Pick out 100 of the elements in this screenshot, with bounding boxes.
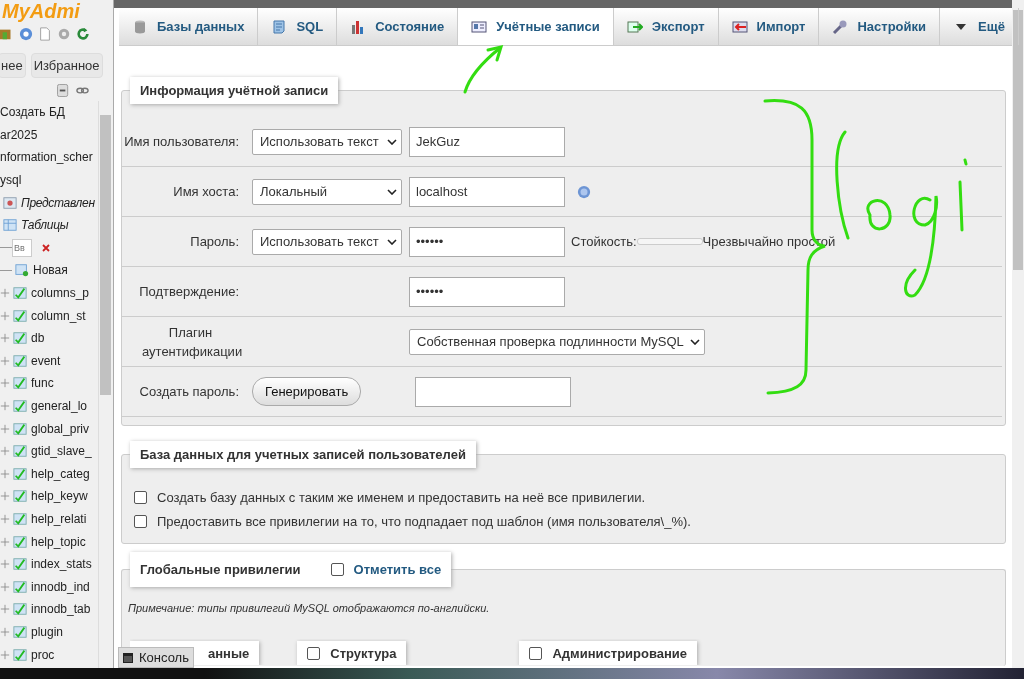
table-icon[interactable] [12, 557, 28, 572]
tree-item[interactable]: db [31, 331, 45, 346]
help-icon[interactable] [577, 184, 591, 199]
tree-item[interactable]: columns_p [31, 286, 90, 301]
tree-item[interactable]: index_stats [31, 557, 92, 572]
text-field[interactable] [415, 376, 572, 407]
scrollbar[interactable] [98, 101, 112, 668]
tree-item[interactable]: help_keyw [31, 489, 88, 504]
expand-icon[interactable] [0, 581, 10, 592]
text-field[interactable]: •••••• [409, 276, 565, 307]
table-icon[interactable] [12, 308, 28, 323]
tree-item[interactable]: innodb_tab [31, 602, 91, 617]
table-icon[interactable] [12, 421, 28, 436]
tree-item[interactable]: global_priv [31, 421, 90, 436]
help-icon[interactable] [19, 27, 33, 41]
dropdown[interactable]: Локальный [252, 178, 402, 205]
expand-icon[interactable] [0, 288, 10, 299]
dropdown[interactable]: Использовать текст [252, 228, 402, 255]
expand-icon[interactable] [0, 310, 10, 321]
nav-tab[interactable]: Избранное [30, 53, 103, 78]
table-icon[interactable] [12, 444, 28, 459]
tree-item[interactable]: Представлен [21, 195, 95, 210]
tree-item[interactable]: func [31, 376, 54, 391]
tree-item[interactable]: help_relati [31, 512, 87, 526]
expand-icon[interactable] [0, 649, 10, 660]
tab[interactable]: SQL [258, 8, 338, 45]
table-icon[interactable] [12, 579, 28, 594]
table-icon[interactable] [12, 331, 28, 346]
checkbox[interactable] [330, 563, 344, 576]
dropdown[interactable]: Собственная проверка подлинности MySQL [409, 328, 705, 355]
tree-item[interactable]: Новая [33, 263, 68, 278]
tree-item[interactable]: proc [31, 647, 55, 662]
reload-icon[interactable] [76, 27, 90, 41]
text-field[interactable]: JekGuz [409, 126, 565, 157]
expand-icon[interactable] [0, 626, 10, 637]
expand-icon[interactable] [0, 491, 10, 502]
tree-item[interactable]: nformation_scher [0, 150, 93, 165]
table-icon[interactable] [12, 353, 28, 368]
table-icon[interactable] [12, 534, 28, 549]
collapse-icon[interactable] [57, 84, 70, 97]
expand-icon[interactable] [0, 333, 10, 344]
tables-icon[interactable] [2, 218, 18, 233]
expand-icon[interactable] [0, 401, 10, 411]
scrollbar[interactable] [1012, 0, 1024, 668]
expand-icon[interactable] [0, 604, 10, 615]
expand-icon[interactable] [0, 446, 10, 457]
export-icon [626, 18, 643, 35]
text-field[interactable]: localhost [409, 176, 565, 207]
tree-item[interactable]: ar2025 [0, 127, 38, 142]
table-icon[interactable] [12, 399, 28, 413]
expand-icon[interactable] [0, 514, 10, 524]
tree-item[interactable]: help_topic [31, 534, 86, 549]
table-icon[interactable] [12, 376, 28, 391]
expand-icon[interactable] [0, 536, 10, 547]
tab[interactable]: Учётные записи [458, 8, 614, 45]
dropdown[interactable]: Использовать текст [252, 128, 402, 155]
tree-item[interactable]: ysql [0, 173, 22, 188]
checkbox[interactable] [307, 646, 321, 660]
check-all-link[interactable]: Отметить все [353, 562, 442, 577]
table-icon[interactable] [12, 286, 28, 301]
checkbox[interactable] [529, 646, 543, 660]
checkbox[interactable] [134, 490, 147, 504]
generate-button[interactable]: Генерировать [252, 377, 362, 406]
tab[interactable]: Настройки [819, 8, 941, 45]
field-label: Плагин аутентификации [141, 323, 244, 361]
views-icon[interactable] [2, 195, 18, 210]
table-icon[interactable] [12, 489, 28, 504]
home-icon[interactable] [0, 27, 14, 41]
expand-icon[interactable] [0, 378, 10, 389]
document-icon[interactable] [38, 27, 52, 41]
import-icon [731, 18, 748, 35]
clear-icon[interactable] [42, 243, 50, 252]
tree-item[interactable]: Создать БД [0, 105, 65, 120]
settings-icon[interactable] [57, 27, 71, 41]
filter-field[interactable]: Вв [12, 238, 32, 257]
tree-item[interactable]: gtid_slave_ [31, 444, 92, 459]
expand-icon[interactable] [0, 355, 10, 366]
expand-icon[interactable] [0, 468, 10, 479]
table-icon[interactable] [12, 624, 28, 639]
table-icon[interactable] [12, 647, 28, 662]
tab[interactable]: Импорт [718, 8, 820, 45]
expand-icon[interactable] [0, 423, 10, 434]
tree-item[interactable]: column_st [31, 308, 86, 323]
tab[interactable]: Экспорт [613, 8, 719, 45]
checkbox[interactable] [134, 514, 147, 528]
tree-item[interactable]: event [31, 353, 61, 368]
nav-tab[interactable]: нее [0, 53, 26, 78]
table-icon[interactable] [12, 512, 28, 526]
expand-icon[interactable] [0, 559, 10, 570]
console-button[interactable]: Консоль [118, 647, 194, 668]
tree-item[interactable]: general_lo [31, 399, 88, 413]
table-icon[interactable] [12, 466, 28, 481]
tab[interactable]: Базы данных [119, 8, 259, 45]
tree-item[interactable]: help_categ [31, 466, 90, 481]
table-icon[interactable] [12, 602, 28, 617]
new-table-icon[interactable] [14, 263, 30, 278]
tree-item[interactable]: innodb_ind [31, 579, 90, 594]
tree-item[interactable]: plugin [31, 624, 64, 639]
tree-item[interactable]: Таблицы [21, 218, 69, 233]
text-field[interactable]: •••••• [409, 226, 565, 257]
